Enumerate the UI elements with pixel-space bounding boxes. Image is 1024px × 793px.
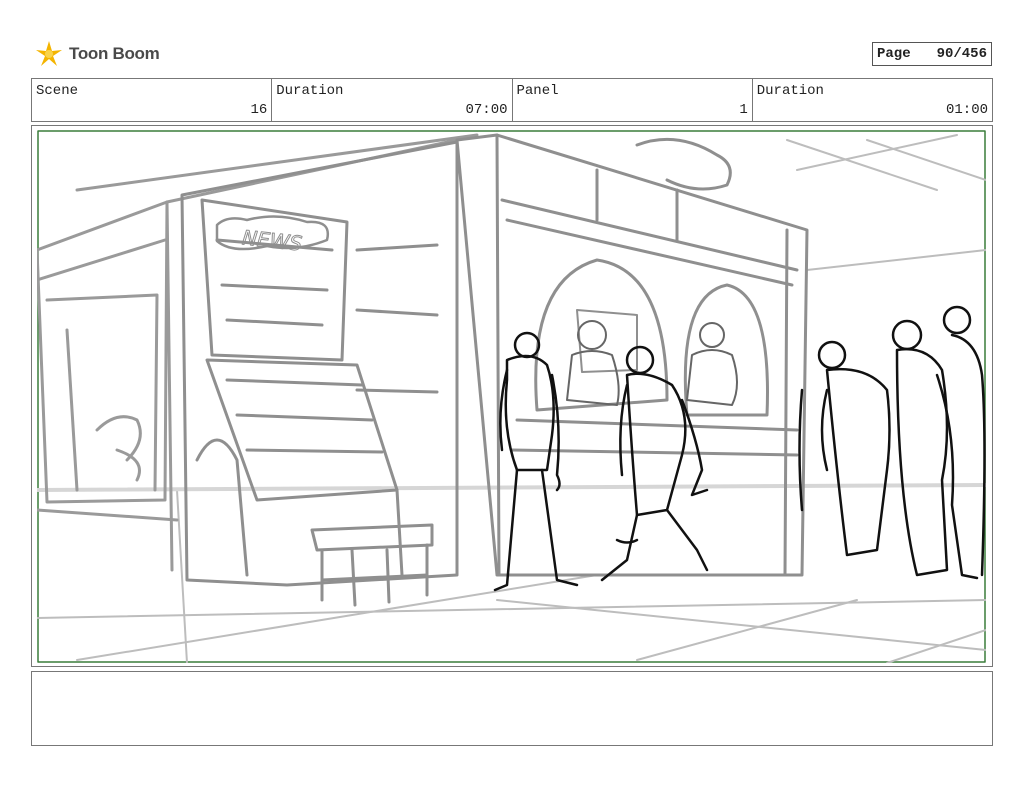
panel-duration-cell: Duration 01:00 xyxy=(753,79,992,121)
panel-value[interactable]: 1 xyxy=(739,102,747,118)
panel-duration-value[interactable]: 01:00 xyxy=(946,102,988,118)
crowd-figures xyxy=(798,305,986,580)
panel-label: Panel xyxy=(516,83,559,99)
scene-duration-label: Duration xyxy=(276,83,344,99)
scene-value[interactable]: 16 xyxy=(250,102,267,118)
panel-info-row: Scene 16 Duration 07:00 Panel 1 Duration… xyxy=(31,78,993,122)
panel-notes-area[interactable] xyxy=(31,671,993,746)
logo-text: Toon Boom xyxy=(69,44,160,63)
stool-sketch xyxy=(310,523,434,607)
scene-duration-cell: Duration 07:00 xyxy=(272,79,513,121)
scene-label: Scene xyxy=(36,83,79,99)
market-stall-sketch xyxy=(37,133,479,572)
toon-boom-logo: Toon Boom xyxy=(33,38,160,70)
panel-cell: Panel 1 xyxy=(513,79,753,121)
news-sign-text: NEWS xyxy=(241,225,304,255)
scene-cell: Scene 16 xyxy=(32,79,273,121)
panel-safe-frame xyxy=(37,130,986,663)
news-kiosk-sketch xyxy=(180,140,459,587)
background-sketch-lines xyxy=(37,134,986,663)
storyboard-panel-sketch[interactable]: NEWS xyxy=(37,130,986,663)
panel-duration-label: Duration xyxy=(756,83,824,99)
page-indicator: Page 90/456 xyxy=(872,42,992,66)
page-number: 90/456 xyxy=(936,46,987,62)
ticket-booth-sketch xyxy=(455,133,809,577)
starburst-icon xyxy=(36,41,62,66)
page-label: Page xyxy=(877,46,911,62)
scene-duration-value[interactable]: 07:00 xyxy=(465,102,507,118)
